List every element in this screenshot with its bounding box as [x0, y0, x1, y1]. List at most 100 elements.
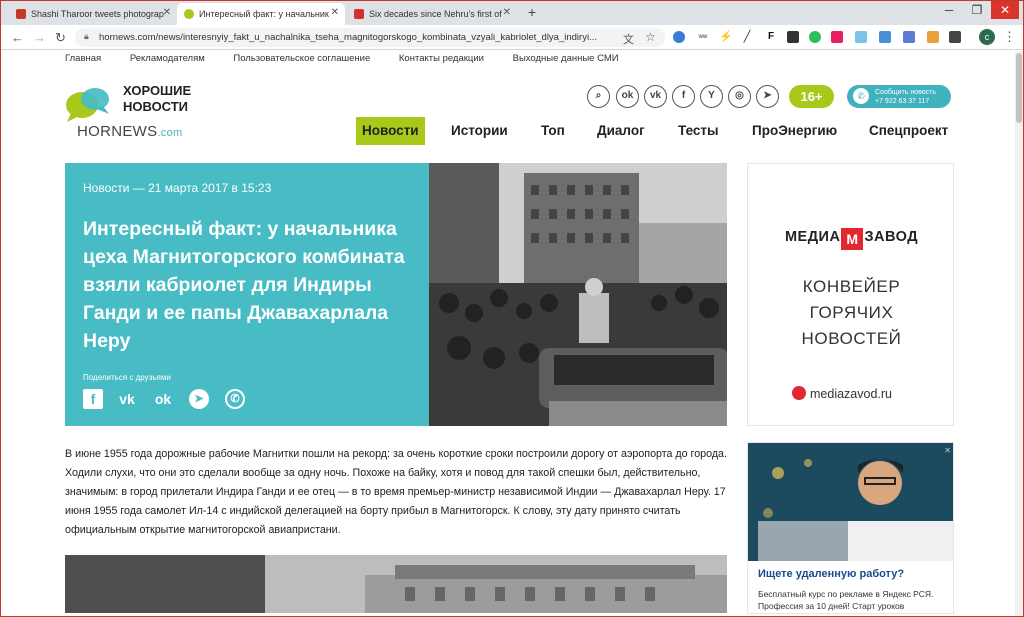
- whatsapp-share-icon[interactable]: ✆: [225, 389, 245, 409]
- scrollbar-thumb[interactable]: [1016, 53, 1022, 123]
- article-meta: Новости — 21 марта 2017 в 15:23: [83, 181, 272, 195]
- ad-text: Бесплатный курс по рекламе в Яндекс РСЯ.…: [758, 589, 934, 611]
- close-icon[interactable]: ✕: [503, 7, 511, 18]
- topnav-contacts[interactable]: Контакты редакции: [399, 53, 484, 64]
- browser-tab-1[interactable]: Shashi Tharoor tweets photograp ✕: [9, 3, 177, 25]
- mediazavod-ad[interactable]: МЕДИА М ЗАВОД КОНВЕЙЕР ГОРЯЧИХ НОВОСТЕЙ me…: [747, 163, 954, 426]
- nav-stories[interactable]: Истории: [451, 117, 508, 145]
- article-photo-image: [65, 555, 727, 613]
- close-icon[interactable]: ✕: [331, 7, 339, 18]
- search-icon[interactable]: ⌕: [587, 85, 610, 108]
- report-phone: +7 922 63 37 117: [875, 98, 930, 105]
- nav-tests[interactable]: Тесты: [678, 117, 719, 145]
- extension-icon[interactable]: [903, 31, 915, 43]
- extension-icon[interactable]: [831, 31, 843, 43]
- report-news-button[interactable]: ✆ Сообщить новость +7 922 63 37 117: [847, 85, 951, 108]
- logo-line1: ХОРОШИЕ: [123, 83, 192, 98]
- browser-tab-3[interactable]: Six decades since Nehru's first of ✕: [347, 3, 517, 25]
- url-text: hornews.com/news/interesnyiy_fakt_u_nach…: [99, 32, 597, 43]
- ad-brand-logo: М: [841, 228, 864, 250]
- extension-icon[interactable]: ww: [697, 31, 709, 43]
- ad-slogan-line2: ГОРЯЧИХ: [809, 303, 894, 322]
- translate-icon[interactable]: 文: [623, 31, 634, 47]
- logo-domain[interactable]: HORNEWS.com: [77, 123, 182, 140]
- extension-icon[interactable]: [673, 31, 685, 43]
- ad-brand-left: МЕДИА: [784, 229, 841, 245]
- browser-menu-icon[interactable]: ⋮: [1003, 29, 1016, 45]
- back-icon[interactable]: ←: [11, 30, 24, 45]
- report-label: Сообщить новость: [875, 89, 936, 96]
- lock-icon: 🔒︎: [84, 31, 89, 41]
- window-close-icon[interactable]: ✕: [991, 1, 1019, 19]
- nav-proenergy[interactable]: ПроЭнергию: [752, 117, 837, 145]
- ad-slogan-line1: КОНВЕЙЕР: [802, 277, 901, 296]
- browser-toolbar: ← → ↻ 🔒︎ hornews.com/news/interesnyiy_fa…: [1, 25, 1023, 50]
- reload-icon[interactable]: ↻: [55, 30, 66, 46]
- extension-icon[interactable]: [809, 31, 821, 43]
- extension-icon[interactable]: F: [765, 31, 777, 43]
- extension-icon[interactable]: [855, 31, 867, 43]
- article-paragraph: В июне 1955 года дорожные рабочие Магнит…: [65, 448, 727, 536]
- odnoklassniki-share-icon[interactable]: ok: [153, 389, 173, 409]
- remote-work-ad[interactable]: ✕ Ищете удаленную работу? Бесплатный кур…: [747, 442, 954, 614]
- browser-tab-2[interactable]: Интересный факт: у начальник ✕: [177, 3, 345, 25]
- address-bar[interactable]: 🔒︎ hornews.com/news/interesnyiy_fakt_u_n…: [75, 28, 665, 47]
- tab-favicon: [184, 9, 194, 19]
- topnav-imprint[interactable]: Выходные данные СМИ: [513, 53, 619, 64]
- logo-bubbles-icon[interactable]: [65, 87, 111, 123]
- topnav-home[interactable]: Главная: [65, 53, 101, 64]
- ad-person-image: [748, 443, 953, 561]
- ad-site-text: mediazavod.ru: [810, 387, 892, 401]
- yandex-icon[interactable]: Y: [700, 85, 723, 108]
- nav-dialog[interactable]: Диалог: [597, 117, 645, 145]
- maximize-icon[interactable]: ❐: [963, 1, 991, 19]
- browser-tabbar: Shashi Tharoor tweets photograp ✕ Интере…: [1, 1, 1023, 25]
- age-rating-badge: 16+: [789, 85, 834, 108]
- ad-close-icon[interactable]: ✕: [944, 446, 951, 455]
- article-title: Интересный факт: у начальника цеха Магни…: [83, 218, 405, 352]
- share-label: Поделиться с друзьями: [83, 373, 171, 382]
- instagram-icon[interactable]: ◎: [728, 85, 751, 108]
- tab-title: Интересный факт: у начальник: [199, 9, 329, 19]
- extension-icon[interactable]: ╱: [741, 31, 753, 43]
- topnav-advertisers[interactable]: Рекламодателям: [130, 53, 205, 64]
- tab-title: Shashi Tharoor tweets photograp: [31, 9, 164, 19]
- telegram-icon[interactable]: ➤: [756, 85, 779, 108]
- ad-brand-right: ЗАВОД: [864, 229, 919, 245]
- vk-icon[interactable]: vk: [644, 85, 667, 108]
- logo-text[interactable]: ХОРОШИЕ НОВОСТИ: [123, 83, 191, 115]
- tab-title: Six decades since Nehru's first of: [369, 9, 502, 19]
- close-icon[interactable]: ✕: [163, 7, 171, 18]
- ad-title: Ищете удаленную работу?: [758, 568, 905, 580]
- ad-site-link[interactable]: mediazavod.ru: [792, 386, 892, 401]
- extension-icon[interactable]: [927, 31, 939, 43]
- hero-photo-image: [429, 163, 727, 426]
- new-tab-button[interactable]: +: [524, 5, 540, 21]
- bookmark-star-icon[interactable]: ☆: [645, 30, 656, 44]
- tab-favicon: [354, 9, 364, 19]
- nav-news[interactable]: Новости: [356, 117, 425, 145]
- phone-icon: ✆: [853, 88, 869, 104]
- extension-icon[interactable]: [879, 31, 891, 43]
- extension-icon[interactable]: [787, 31, 799, 43]
- topnav-agreement[interactable]: Пользовательское соглашение: [233, 53, 370, 64]
- ad-brand: МЕДИА М ЗАВОД: [748, 228, 955, 250]
- odnoklassniki-icon[interactable]: ok: [616, 85, 639, 108]
- vk-share-icon[interactable]: vk: [117, 389, 137, 409]
- nav-top[interactable]: Топ: [541, 117, 565, 145]
- logo-domain-tld: .com: [157, 127, 183, 139]
- page-scrollbar[interactable]: [1015, 51, 1023, 616]
- profile-avatar[interactable]: c: [979, 29, 995, 45]
- forward-icon[interactable]: →: [33, 30, 46, 45]
- ad-slogan: КОНВЕЙЕР ГОРЯЧИХ НОВОСТЕЙ: [748, 274, 955, 352]
- extension-icon[interactable]: ⚡: [719, 31, 733, 43]
- nav-special[interactable]: Спецпроект: [869, 117, 948, 145]
- telegram-share-icon[interactable]: ➤: [189, 389, 209, 409]
- ad-slogan-line3: НОВОСТЕЙ: [801, 329, 902, 348]
- minimize-icon[interactable]: ─: [935, 1, 963, 19]
- extension-icon[interactable]: [949, 31, 961, 43]
- facebook-icon[interactable]: f: [672, 85, 695, 108]
- article-body: В июне 1955 года дорожные рабочие Магнит…: [65, 445, 729, 540]
- ad-site-icon: [792, 386, 806, 400]
- facebook-share-icon[interactable]: f: [83, 389, 103, 409]
